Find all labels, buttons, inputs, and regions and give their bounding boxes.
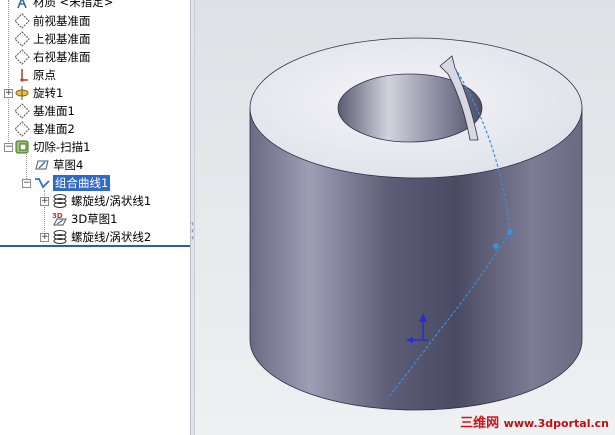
model-view[interactable] — [195, 0, 615, 435]
tree-item-label: 螺旋线/涡状线2 — [71, 230, 152, 244]
tree-item-label: 前视基准面 — [33, 14, 91, 28]
tree-item-helix2[interactable]: 螺旋线/涡状线2 — [52, 228, 151, 246]
revolve-icon — [15, 86, 29, 100]
tree-item-sketch4[interactable]: 草图4 — [34, 156, 83, 174]
tree-item-revolve1[interactable]: 旋转1 — [14, 84, 63, 102]
tree-item-label: 上视基准面 — [33, 32, 91, 46]
plane-icon — [14, 13, 30, 29]
collapse-toggle[interactable]: − — [4, 143, 13, 152]
tree-item-label: 螺旋线/涡状线1 — [71, 194, 152, 208]
expand-toggle[interactable]: + — [40, 233, 49, 242]
tree-item-label: 旋转1 — [33, 86, 64, 100]
cut-sweep-icon — [15, 140, 29, 154]
tree-item-label: 组合曲线1 — [53, 175, 111, 191]
tree-item-3d-sketch1[interactable]: 3D 3D草图1 — [52, 210, 118, 228]
tree-item-top-plane[interactable]: 上视基准面 — [14, 30, 91, 48]
sketch-icon — [35, 160, 49, 170]
tree-guide-line — [8, 0, 9, 150]
plane-icon — [14, 103, 30, 119]
curve-endpoint-handle[interactable] — [493, 243, 499, 249]
tree-item-label: 草图4 — [53, 158, 84, 172]
tree-item-label: 基准面1 — [33, 104, 75, 118]
tree-item-label: 切除-扫描1 — [33, 140, 91, 154]
composite-curve-icon — [35, 178, 50, 189]
plane-icon — [14, 31, 30, 47]
tree-item-plane2[interactable]: 基准面2 — [14, 120, 75, 138]
collapse-toggle[interactable]: − — [22, 179, 31, 188]
rollback-bar[interactable] — [0, 245, 190, 247]
tree-item-material[interactable]: 材质 <未指定> — [14, 0, 113, 11]
expand-toggle[interactable]: + — [4, 89, 13, 98]
feature-manager-tree: 材质 <未指定> 前视基准面 上视基准面 右视基准面 原点 + 旋转1 基准面1… — [0, 0, 190, 435]
tree-item-front-plane[interactable]: 前视基准面 — [14, 12, 91, 30]
tree-item-plane1[interactable]: 基准面1 — [14, 102, 75, 120]
3d-sketch-icon: 3D — [52, 212, 67, 226]
tree-item-label: 原点 — [33, 68, 56, 82]
plane-icon — [14, 49, 30, 65]
curve-endpoint-handle[interactable] — [507, 229, 513, 235]
tree-item-label: 右视基准面 — [33, 50, 91, 64]
expand-toggle[interactable]: + — [40, 197, 49, 206]
watermark-url-text: www.3dportal.cn — [503, 417, 609, 430]
tree-item-composite-curve1[interactable]: 组合曲线1 — [34, 174, 111, 192]
helix-icon — [53, 194, 67, 208]
tree-item-origin[interactable]: 原点 — [14, 66, 56, 84]
tree-item-helix1[interactable]: 螺旋线/涡状线1 — [52, 192, 151, 210]
tree-item-right-plane[interactable]: 右视基准面 — [14, 48, 91, 66]
origin-icon — [20, 69, 28, 82]
tree-item-cut-sweep1[interactable]: 切除-扫描1 — [14, 138, 90, 156]
plane-icon — [14, 121, 30, 137]
graphics-viewport[interactable]: 三维网 www.3dportal.cn — [195, 0, 615, 435]
tree-item-label: 基准面2 — [33, 122, 75, 136]
tree-item-label: 3D草图1 — [71, 212, 118, 226]
site-watermark: 三维网 www.3dportal.cn — [460, 412, 609, 431]
watermark-cn-text: 三维网 — [460, 416, 500, 431]
material-icon — [17, 0, 27, 9]
helix-icon — [53, 230, 67, 244]
tree-item-label: 材质 <未指定> — [33, 0, 114, 9]
